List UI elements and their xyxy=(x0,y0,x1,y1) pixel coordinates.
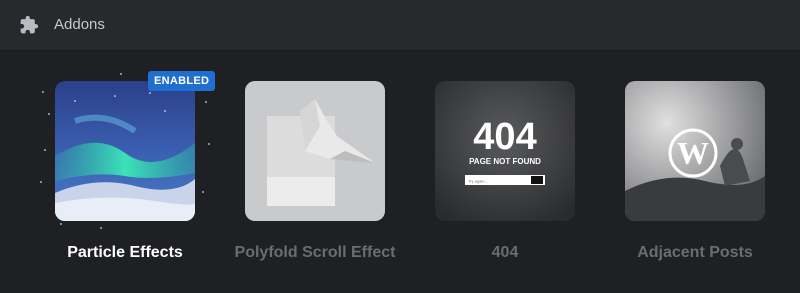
addons-grid: ENABLED Particle Effects Polyfold Scroll… xyxy=(0,51,800,293)
404-thumb-input: Try again... xyxy=(468,179,488,184)
puzzle-icon xyxy=(20,15,39,34)
page-title: Addons xyxy=(54,16,105,33)
addon-label-particle-effects[interactable]: Particle Effects xyxy=(30,244,220,262)
addon-card-particle-effects[interactable] xyxy=(55,81,195,221)
addon-card-404[interactable]: 404 PAGE NOT FOUND Try again... xyxy=(435,81,575,221)
404-thumb-subtitle: PAGE NOT FOUND xyxy=(469,157,541,166)
404-thumb-title: 404 xyxy=(473,116,536,158)
addon-card-polyfold-scroll-effect[interactable] xyxy=(245,81,385,221)
enabled-badge: ENABLED xyxy=(148,71,216,91)
addon-label-404[interactable]: 404 xyxy=(410,244,600,262)
addons-header: Addons xyxy=(0,0,800,51)
404-thumbnail: 404 PAGE NOT FOUND Try again... xyxy=(435,81,575,221)
particle-effects-thumbnail xyxy=(55,81,195,221)
addon-label-adjacent-posts[interactable]: Adjacent Posts xyxy=(600,244,790,262)
svg-text:W: W xyxy=(677,135,709,171)
adjacent-posts-thumbnail: W xyxy=(625,81,765,221)
addon-label-polyfold-scroll-effect[interactable]: Polyfold Scroll Effect xyxy=(220,244,410,262)
addon-card-adjacent-posts[interactable]: W xyxy=(625,81,765,221)
polyfold-thumbnail xyxy=(245,81,385,221)
